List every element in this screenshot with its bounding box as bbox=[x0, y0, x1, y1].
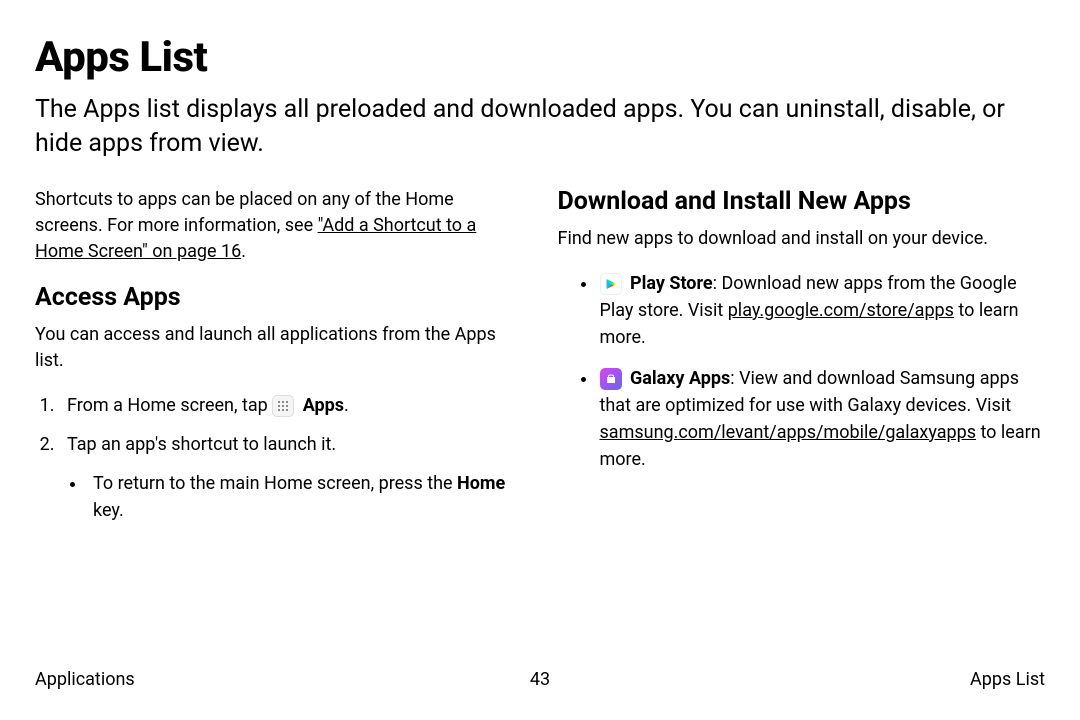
shortcuts-text-suffix: . bbox=[241, 241, 246, 262]
galaxy-apps-item: Galaxy Apps: View and download Samsung a… bbox=[598, 365, 1046, 473]
step-2: Tap an app's shortcut to launch it. To r… bbox=[59, 431, 523, 524]
step-1: From a Home screen, tap Apps. bbox=[59, 392, 523, 419]
step-2-home-label: Home bbox=[457, 473, 505, 494]
page-footer: Applications 43 Apps List bbox=[35, 669, 1045, 690]
footer-left: Applications bbox=[35, 669, 135, 690]
footer-page-number: 43 bbox=[530, 669, 550, 690]
galaxy-apps-icon bbox=[600, 368, 622, 390]
step-2-sub-prefix: To return to the main Home screen, press… bbox=[93, 473, 457, 494]
access-apps-steps: From a Home screen, tap Apps. Tap an app… bbox=[35, 392, 523, 524]
step-2-sub-1: To return to the main Home screen, press… bbox=[87, 470, 523, 524]
step-1-prefix: From a Home screen, tap bbox=[67, 395, 272, 416]
shortcuts-paragraph: Shortcuts to apps can be placed on any o… bbox=[35, 187, 523, 265]
step-1-apps-label: Apps bbox=[303, 395, 344, 416]
download-apps-list: Play Store: Download new apps from the G… bbox=[558, 270, 1046, 473]
page-intro: The Apps list displays all preloaded and… bbox=[35, 93, 1045, 161]
galaxy-apps-link[interactable]: samsung.com/levant/apps/mobile/galaxyapp… bbox=[600, 422, 977, 443]
access-apps-intro: You can access and launch all applicatio… bbox=[35, 322, 523, 374]
page-title: Apps List bbox=[35, 35, 1045, 81]
access-apps-heading: Access Apps bbox=[35, 283, 523, 312]
play-store-icon bbox=[600, 273, 622, 295]
right-column: Download and Install New Apps Find new a… bbox=[558, 187, 1046, 536]
step-2-sub-list: To return to the main Home screen, press… bbox=[67, 470, 523, 524]
step-2-sub-suffix: key. bbox=[93, 500, 124, 521]
step-1-suffix: . bbox=[344, 395, 349, 416]
download-install-heading: Download and Install New Apps bbox=[558, 187, 1046, 216]
step-2-text: Tap an app's shortcut to launch it. bbox=[67, 434, 336, 455]
play-store-item: Play Store: Download new apps from the G… bbox=[598, 270, 1046, 351]
galaxy-apps-label: Galaxy Apps bbox=[630, 368, 730, 389]
apps-grid-icon bbox=[272, 395, 294, 417]
footer-right: Apps List bbox=[970, 669, 1045, 690]
play-store-link[interactable]: play.google.com/store/apps bbox=[728, 300, 954, 321]
content-columns: Shortcuts to apps can be placed on any o… bbox=[35, 187, 1045, 536]
play-store-label: Play Store bbox=[630, 273, 713, 294]
download-install-intro: Find new apps to download and install on… bbox=[558, 226, 1046, 252]
left-column: Shortcuts to apps can be placed on any o… bbox=[35, 187, 523, 536]
